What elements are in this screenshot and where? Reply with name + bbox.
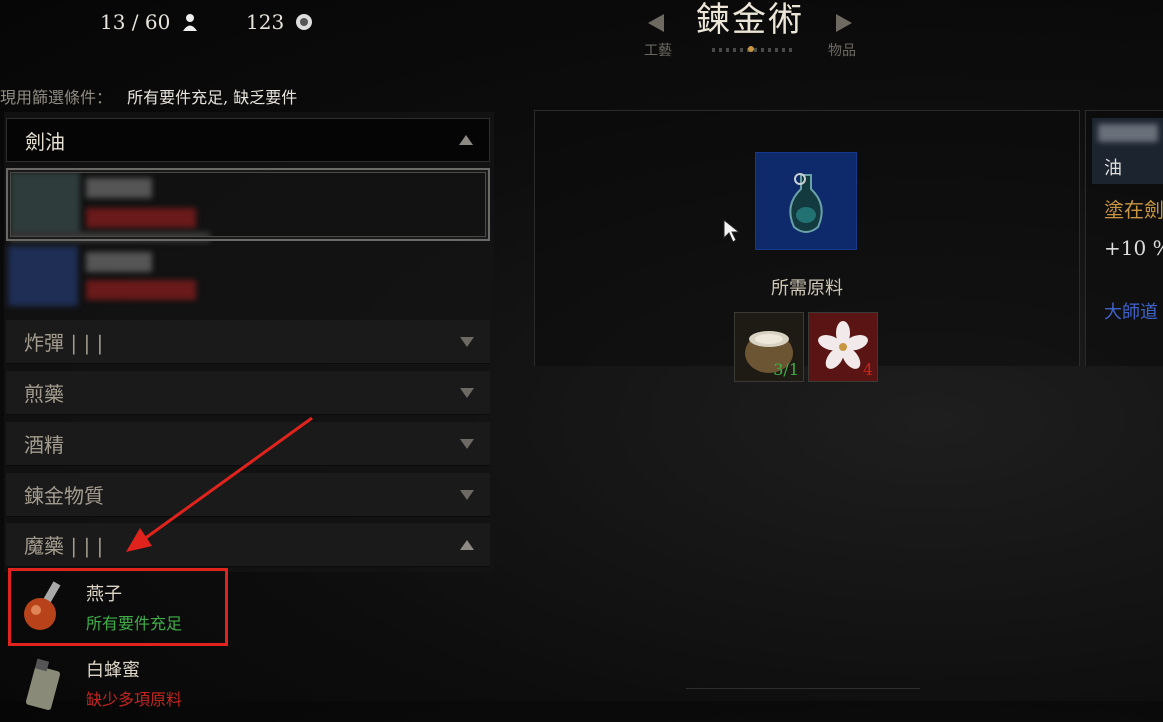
annotation-arrow (126, 416, 313, 552)
